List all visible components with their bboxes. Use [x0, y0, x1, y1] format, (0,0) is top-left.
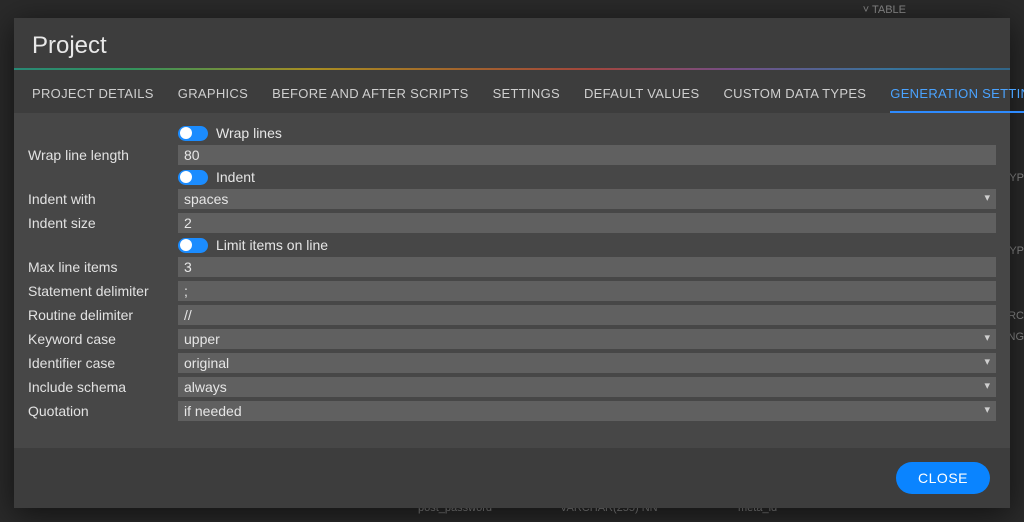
- settings-panel: Wrap lines Wrap line length Indent Inden…: [14, 113, 1010, 448]
- bg-rc: RC: [1008, 310, 1024, 322]
- rainbow-divider: [14, 68, 1010, 70]
- tab-settings[interactable]: SETTINGS: [493, 86, 560, 113]
- wrap-line-length-label: Wrap line length: [28, 147, 172, 163]
- bg-yp: YP: [1009, 172, 1024, 184]
- modal-title: Project: [14, 18, 1010, 68]
- wrap-lines-toggle-label: Wrap lines: [216, 125, 282, 141]
- settings-grid: Wrap lines Wrap line length Indent Inden…: [28, 125, 996, 421]
- keyword-case-select[interactable]: upper: [178, 329, 996, 349]
- quotation-select[interactable]: if needed: [178, 401, 996, 421]
- modal-footer: CLOSE: [14, 448, 1010, 508]
- keyword-case-label: Keyword case: [28, 331, 172, 347]
- identifier-case-select[interactable]: original: [178, 353, 996, 373]
- quotation-label: Quotation: [28, 403, 172, 419]
- tab-bar: PROJECT DETAILS GRAPHICS BEFORE AND AFTE…: [14, 70, 1010, 113]
- close-button[interactable]: CLOSE: [896, 462, 990, 494]
- tab-graphics[interactable]: GRAPHICS: [178, 86, 248, 113]
- limit-items-toggle[interactable]: [178, 238, 208, 253]
- wrap-line-length-input[interactable]: [178, 145, 996, 165]
- identifier-case-label: Identifier case: [28, 355, 172, 371]
- indent-with-label: Indent with: [28, 191, 172, 207]
- routine-delimiter-input[interactable]: [178, 305, 996, 325]
- limit-items-toggle-label: Limit items on line: [216, 237, 328, 253]
- tab-default-values[interactable]: DEFAULT VALUES: [584, 86, 699, 113]
- tab-generation-settings[interactable]: GENERATION SETTINGS: [890, 86, 1024, 113]
- wrap-lines-toggle[interactable]: [178, 126, 208, 141]
- indent-with-select[interactable]: spaces: [178, 189, 996, 209]
- routine-delimiter-label: Routine delimiter: [28, 307, 172, 323]
- indent-toggle-label: Indent: [216, 169, 255, 185]
- indent-size-input[interactable]: [178, 213, 996, 233]
- statement-delimiter-input[interactable]: [178, 281, 996, 301]
- indent-toggle[interactable]: [178, 170, 208, 185]
- max-line-items-label: Max line items: [28, 259, 172, 275]
- indent-size-label: Indent size: [28, 215, 172, 231]
- tab-custom-data-types[interactable]: CUSTOM DATA TYPES: [723, 86, 866, 113]
- tab-project-details[interactable]: PROJECT DETAILS: [32, 86, 154, 113]
- max-line-items-input[interactable]: [178, 257, 996, 277]
- bg-yp2: YP: [1009, 245, 1024, 257]
- bg-table-section: ˅ TABLE: [863, 4, 906, 16]
- include-schema-label: Include schema: [28, 379, 172, 395]
- tab-before-after-scripts[interactable]: BEFORE AND AFTER SCRIPTS: [272, 86, 468, 113]
- project-modal: Project PROJECT DETAILS GRAPHICS BEFORE …: [14, 18, 1010, 508]
- include-schema-select[interactable]: always: [178, 377, 996, 397]
- statement-delimiter-label: Statement delimiter: [28, 283, 172, 299]
